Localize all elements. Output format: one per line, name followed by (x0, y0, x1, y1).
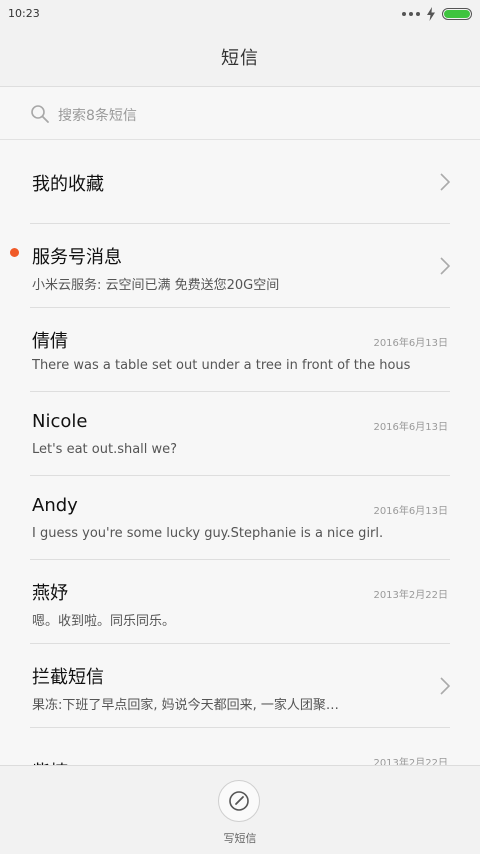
conversation-title: 服务号消息 (32, 247, 122, 268)
conversation-row[interactable]: 服务号消息小米云服务: 云空间已满 免费送您20G空间 (10, 224, 450, 308)
conversation-title: Andy (32, 495, 78, 516)
conversation-row[interactable]: 拦截短信果冻:下班了早点回家, 妈说今天都回来, 一家人团聚… (30, 644, 450, 728)
conversation-preview: 小米云服务: 云空间已满 免费送您20G空间 (32, 278, 280, 293)
bottom-bar: 写短信 (0, 765, 480, 854)
search-input[interactable]: 搜索8条短信 (58, 105, 137, 125)
conversation-row[interactable]: 燕妤嗯。收到啦。同乐同乐。 2013年2月22日 (30, 560, 450, 644)
compose-button[interactable] (218, 780, 260, 822)
status-bar: 10:23 (0, 0, 480, 28)
conversation-list: 我的收藏服务号消息小米云服务: 云空间已满 免费送您20G空间倩倩 There w… (0, 140, 480, 812)
conversation-title: 拦截短信 (32, 667, 104, 688)
conversation-preview: Let's eat out.shall we? (32, 442, 178, 457)
compose-icon (229, 791, 249, 811)
conversation-title: 倩倩 (32, 331, 68, 352)
conversation-row[interactable]: Andy I guess you're some lucky guy.Stepha… (30, 476, 450, 560)
conversation-row[interactable]: Nicole Let's eat out.shall we? 2016年6月13日 (30, 392, 450, 476)
charging-bolt-icon (427, 7, 435, 21)
page-title: 短信 (221, 48, 259, 69)
chevron-right-icon (440, 173, 450, 191)
title-bar: 短信 (0, 28, 480, 87)
chevron-right-icon (440, 677, 450, 695)
conversation-date: 2016年6月13日 (373, 422, 448, 433)
chevron-right-icon (440, 257, 450, 275)
conversation-row[interactable]: 我的收藏 (30, 140, 450, 224)
unread-dot (10, 248, 19, 257)
more-dots-icon (402, 12, 420, 16)
battery-icon (442, 8, 472, 20)
conversation-preview: 果冻:下班了早点回家, 妈说今天都回来, 一家人团聚… (32, 698, 339, 713)
conversation-preview: I guess you're some lucky guy.Stephanie … (32, 526, 384, 541)
conversation-preview: 嗯。收到啦。同乐同乐。 (32, 614, 176, 629)
status-time: 10:23 (8, 7, 40, 20)
status-icons (402, 7, 472, 21)
search-icon (31, 105, 49, 123)
conversation-date: 2016年6月13日 (373, 338, 448, 349)
conversation-title: 我的收藏 (32, 174, 104, 195)
conversation-date: 2016年6月13日 (373, 506, 448, 517)
conversation-row[interactable]: 倩倩 There was a table set out under a tree… (30, 308, 450, 392)
battery-level (444, 10, 470, 18)
conversation-preview: There was a table set out under a tree i… (32, 358, 411, 373)
search-bar[interactable]: 搜索8条短信 (0, 87, 480, 140)
conversation-date: 2013年2月22日 (373, 590, 448, 601)
conversation-title: Nicole (32, 411, 88, 432)
conversation-title: 燕妤 (32, 583, 68, 604)
compose-label: 写短信 (223, 832, 257, 845)
